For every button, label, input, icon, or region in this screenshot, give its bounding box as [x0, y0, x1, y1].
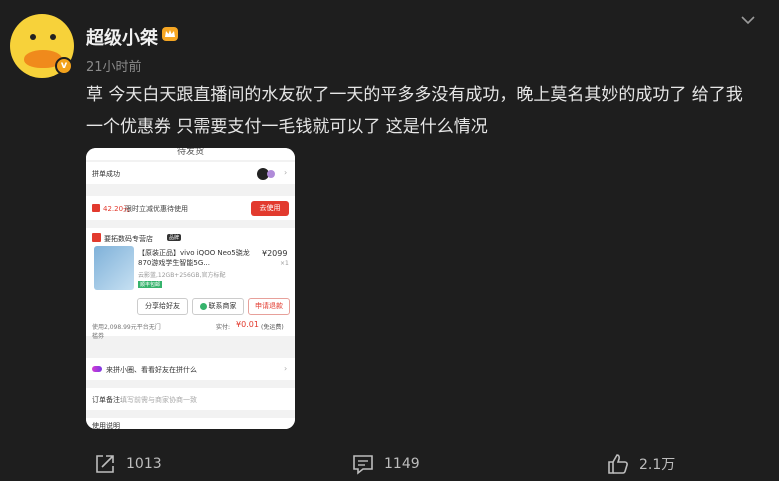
coupon-icon	[92, 204, 100, 212]
comment-icon	[353, 455, 373, 475]
avatar-eye	[50, 34, 56, 40]
like-button[interactable]: 2.1万	[607, 451, 675, 477]
share-button[interactable]: 1013	[94, 451, 162, 477]
chevron-down-icon[interactable]	[740, 12, 756, 28]
store-icon	[92, 233, 101, 242]
payment-note-line2: 槛券	[92, 333, 105, 340]
real-pay-label: 实付:	[216, 324, 231, 331]
store-name: 要拓数码专营店	[104, 235, 153, 243]
thumbs-up-icon	[608, 454, 628, 474]
product-spec: 云影蓝,12GB+256GB,官方标配	[138, 272, 226, 279]
post-timestamp: 21小时前	[86, 60, 142, 75]
chevron-right-icon: ›	[284, 364, 288, 373]
group-icon	[92, 366, 102, 372]
product-image	[94, 246, 134, 290]
real-pay-suffix: (免运费)	[261, 324, 284, 331]
coupon-row: 42.20元 限时立减优惠待使用 去使用	[86, 196, 295, 220]
store-tag: 品牌	[167, 234, 182, 241]
share-icon	[96, 455, 114, 473]
attached-screenshot[interactable]: 待发货 拼单成功 › 42.20元 限时立减优惠待使用 去使用 要拓数码专营店 …	[86, 148, 295, 429]
product-title: 【原装正品】vivo iQOO Neo5骁龙870游戏学生智能5G...	[138, 249, 250, 267]
author-name[interactable]: 超级小桀	[86, 24, 158, 50]
group-status-label: 拼单成功	[92, 170, 120, 178]
avatar-eye	[30, 34, 36, 40]
like-count: 2.1万	[639, 457, 676, 473]
payment-row: 使用2,098.99元平台无门 槛券 实付: ¥0.01 (免运费)	[86, 320, 295, 352]
order-note-label: 订单备注:	[92, 396, 123, 404]
share-to-friend-button: 分享给好友	[137, 298, 188, 315]
post-actions: 1013 1149 2.1万	[0, 451, 779, 477]
coupon-text: 限时立减优惠待使用	[125, 205, 188, 213]
contact-seller-button: 联系商家	[192, 298, 244, 315]
payment-note: 使用2,098.99元平台无门 槛券	[92, 322, 161, 340]
verified-badge-icon: v	[55, 57, 73, 75]
refund-button: 申请退款	[248, 298, 290, 315]
payment-note-line1: 使用2,098.99元平台无门	[92, 324, 161, 331]
product-card: 要拓数码专营店 品牌 【原装正品】vivo iQOO Neo5骁龙870游戏学生…	[86, 228, 295, 336]
avatar	[267, 170, 275, 178]
order-note-placeholder: 填写前需与商家协商一致	[120, 396, 197, 404]
share-count: 1013	[126, 456, 162, 472]
chat-icon	[199, 302, 207, 310]
group-status-row: 拼单成功 ›	[86, 162, 295, 184]
use-coupon-button: 去使用	[251, 201, 289, 216]
real-pay-value: ¥0.01	[236, 320, 259, 329]
post-text: 草 今天白天跟直播间的水友砍了一天的平多多没有成功，晚上莫名其妙的成功了 给了我…	[86, 85, 743, 137]
invite-row: 来拼小圈、看看好友在拼什么 ›	[86, 358, 295, 380]
contact-seller-label: 联系商家	[208, 302, 237, 310]
invite-text: 来拼小圈、看看好友在拼什么	[106, 366, 197, 374]
usage-row: 使用说明	[86, 418, 295, 429]
screenshot-title: 待发货	[86, 148, 295, 160]
product-price: ¥2099	[262, 249, 288, 258]
order-note-row: 订单备注: 填写前需与商家协商一致	[86, 388, 295, 410]
crown-icon	[162, 27, 178, 41]
usage-label: 使用说明	[92, 422, 120, 429]
product-quantity: ×1	[280, 260, 289, 267]
comment-button[interactable]: 1149	[352, 451, 420, 477]
shipping-tag: 顺丰包邮	[138, 281, 163, 288]
chevron-right-icon: ›	[284, 168, 288, 177]
comment-count: 1149	[384, 456, 420, 472]
